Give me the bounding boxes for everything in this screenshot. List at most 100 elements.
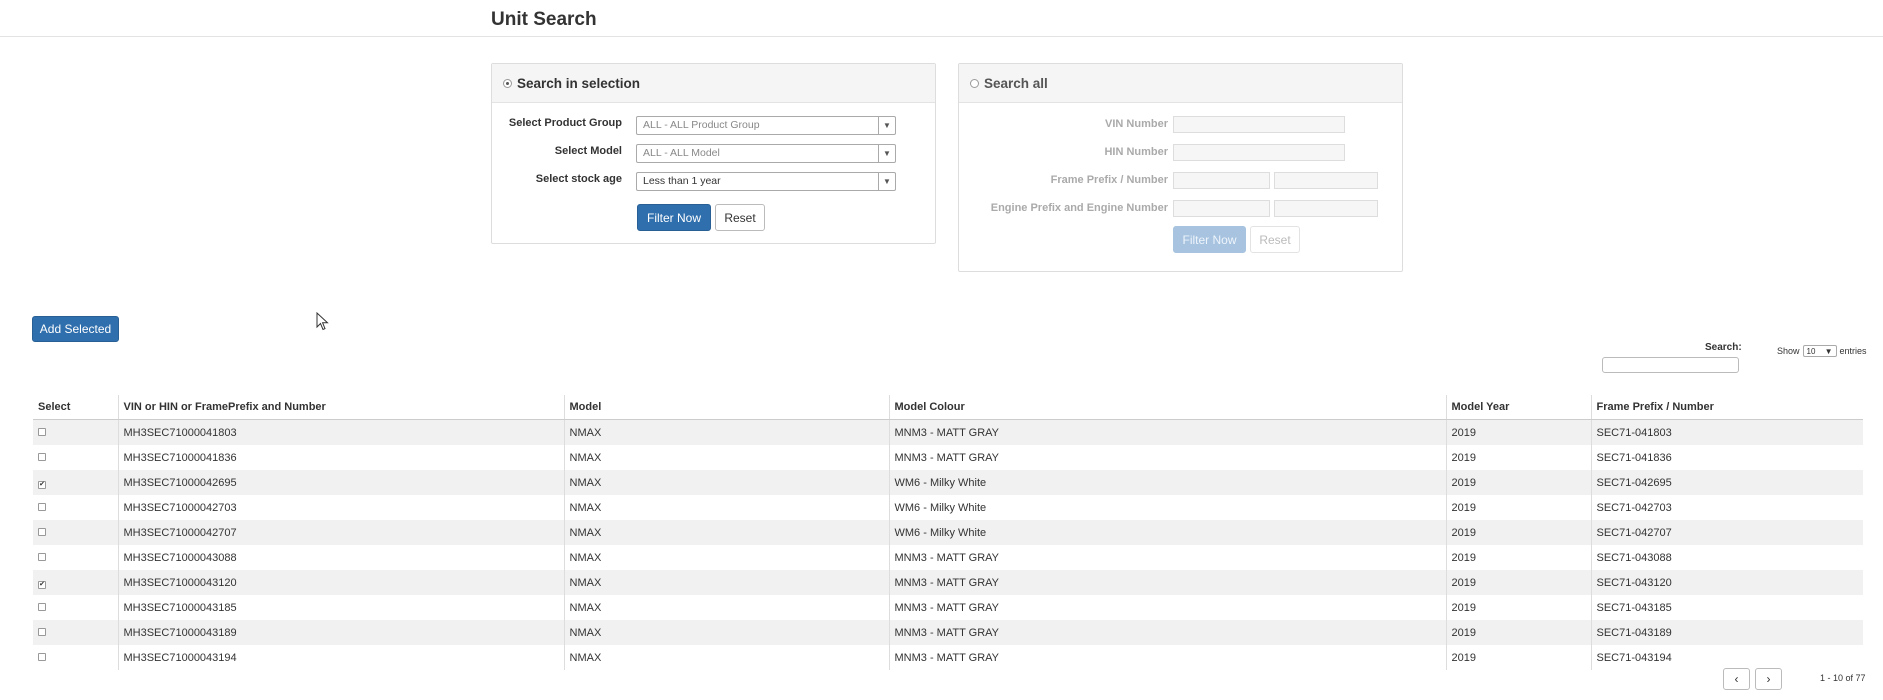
year-cell: 2019 [1446,570,1592,595]
hin-number-input[interactable] [1173,144,1345,161]
row-checkbox[interactable] [38,602,46,611]
table-row[interactable]: MH3SEC71000042707 NMAX WM6 - Milky White 20… [33,520,1863,545]
hin-number-label: HIN Number [1104,146,1168,158]
model-cell: NMAX [564,520,890,545]
vin-cell: MH3SEC71000043120 [118,570,565,595]
prev-page-button[interactable]: ‹ [1723,668,1750,690]
model-select[interactable]: ALL - ALL Model ▼ [636,144,896,163]
column-header-frame[interactable]: Frame Prefix / Number [1591,395,1863,420]
table-row[interactable]: MH3SEC71000043194 NMAX MNM3 - MATT GRAY 201… [33,645,1863,670]
chevron-down-icon: ▼ [878,145,895,162]
row-select-cell [33,419,119,445]
model-label: Select Model [554,145,622,157]
vin-cell: MH3SEC71000042703 [118,495,565,520]
search-all-title: Search all [984,75,1048,91]
row-select-cell: ✔ [33,470,119,495]
year-cell: 2019 [1446,470,1592,495]
row-checkbox[interactable] [38,527,46,536]
vin-cell: MH3SEC71000043088 [118,545,565,570]
page-size-value: 10 [1806,346,1816,356]
year-cell: 2019 [1446,419,1592,445]
chevron-down-icon: ▼ [1824,346,1833,356]
model-cell: NMAX [564,419,890,445]
frame-number-input[interactable] [1274,172,1378,189]
row-checkbox[interactable] [38,627,46,636]
stock-age-select[interactable]: Less than 1 year ▼ [636,172,896,191]
search-all-reset-button[interactable]: Reset [1250,226,1300,253]
year-cell: 2019 [1446,520,1592,545]
model-cell: NMAX [564,595,890,620]
frame-cell: SEC71-043088 [1596,551,1672,564]
row-select-cell [33,495,119,520]
row-checkbox[interactable] [38,652,46,661]
column-header-vin[interactable]: VIN or HIN or FramePrefix and Number [118,395,565,420]
vin-cell: MH3SEC71000043189 [118,620,565,645]
search-in-selection-radio[interactable] [503,78,512,88]
column-header-select[interactable]: Select [33,395,119,420]
colour-cell: WM6 - Milky White [889,520,1447,545]
model-cell: NMAX [564,445,890,470]
search-all-radio[interactable] [970,78,979,88]
page-title: Unit Search [491,9,597,30]
frame-cell: SEC71-042707 [1591,520,1863,545]
row-checkbox[interactable] [38,427,46,436]
filter-now-button[interactable]: Filter Now [637,204,711,231]
search-all-panel: Search all VIN Number HIN Number Frame P… [958,63,1403,272]
vin-number-label: VIN Number [1105,118,1168,130]
column-header-colour[interactable]: Model Colour [889,395,1447,420]
table-row[interactable]: MH3SEC71000043088 NMAX MNM3 - MATT GRAY 201… [33,545,1863,570]
row-checkbox[interactable] [38,552,46,561]
table-row[interactable]: ✔ MH3SEC71000043120 NMAX MNM3 - MATT GRAY 20… [33,570,1863,595]
table-search-input[interactable] [1602,357,1739,373]
model-value: ALL - ALL Model [643,147,720,159]
vin-cell: MH3SEC71000043194 [118,645,565,670]
search-all-filter-button[interactable]: Filter Now [1173,226,1246,253]
table-row[interactable]: MH3SEC71000043185 NMAX MNM3 - MATT GRAY 201… [33,595,1863,620]
table-row[interactable]: MH3SEC71000041836 NMAX MNM3 - MATT GRAY 201… [33,445,1863,470]
next-page-button[interactable]: › [1755,668,1782,690]
table-row[interactable]: ✔ MH3SEC71000042695 NMAX WM6 - Milky White 2… [33,470,1863,495]
title-divider [0,36,1883,37]
reset-button[interactable]: Reset [715,204,765,231]
row-select-cell [33,595,119,620]
page-size-select[interactable]: 10 ▼ [1802,345,1837,357]
frame-cell: SEC71-042695 [1591,470,1863,495]
row-select-cell [33,645,119,670]
frame-cell: SEC71-041803 [1591,419,1863,445]
year-cell: 2019 [1446,445,1592,470]
year-cell: 2019 [1446,620,1592,645]
row-checkbox[interactable]: ✔ [38,580,46,589]
table-row[interactable]: MH3SEC71000043189 NMAX MNM3 - MATT GRAY 201… [33,620,1863,645]
row-checkbox[interactable] [38,502,46,511]
row-select-cell [33,620,119,645]
add-selected-button[interactable]: Add Selected [32,316,119,342]
stock-age-label: Select stock age [535,173,622,185]
colour-cell: WM6 - Milky White [889,470,1447,495]
row-checkbox[interactable]: ✔ [38,480,46,489]
search-in-selection-title: Search in selection [517,75,641,91]
product-group-select[interactable]: ALL - ALL Product Group ▼ [636,116,896,135]
row-checkbox[interactable] [38,452,46,461]
engine-prefix-input[interactable] [1173,200,1270,217]
vin-cell: MH3SEC71000041836 [118,445,565,470]
chevron-left-icon: ‹ [1734,672,1739,686]
chevron-right-icon: › [1766,672,1771,686]
colour-cell: MNM3 - MATT GRAY [889,545,1447,570]
colour-cell: MNM3 - MATT GRAY [889,620,1447,645]
search-in-selection-panel: Search in selection Select Product Group… [491,63,936,244]
frame-prefix-input[interactable] [1173,172,1270,189]
column-header-model[interactable]: Model [564,395,890,420]
table-row[interactable]: MH3SEC71000042703 NMAX WM6 - Milky White 20… [33,495,1863,520]
search-in-selection-header[interactable]: Search in selection [492,64,935,103]
engine-number-input[interactable] [1274,200,1378,217]
frame-cell: SEC71-042703 [1596,501,1672,514]
frame-cell: SEC71-043185 [1596,601,1672,614]
column-header-year[interactable]: Model Year [1446,395,1592,420]
table-row[interactable]: MH3SEC71000041803 NMAX MNM3 - MATT GRAY 201… [33,419,1863,445]
vin-cell: MH3SEC71000043185 [118,595,565,620]
vin-number-input[interactable] [1173,116,1345,133]
colour-cell: MNM3 - MATT GRAY [889,419,1447,445]
search-all-header[interactable]: Search all [959,64,1402,103]
engine-prefix-label: Engine Prefix and Engine Number [990,202,1168,214]
model-cell: NMAX [564,570,890,595]
